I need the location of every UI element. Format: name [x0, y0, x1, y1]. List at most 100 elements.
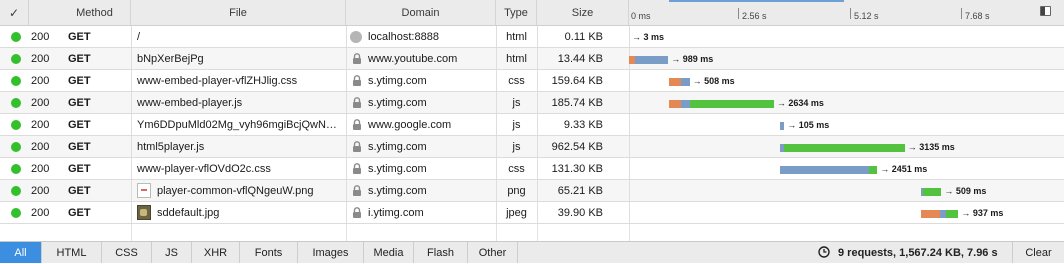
- content-type: js: [512, 119, 521, 131]
- status-code: 200: [31, 119, 50, 131]
- timeline-progress-line: [669, 0, 844, 2]
- column-header-bar: ✓ Method File Domain Type Size 0 ms 2.56…: [0, 0, 1064, 26]
- timing-bar-receive: [945, 210, 959, 218]
- timing-label: → 105 ms: [787, 120, 830, 130]
- filter-fonts[interactable]: Fonts: [240, 242, 298, 263]
- column-divider: [346, 158, 347, 179]
- domain: localhost:8888: [368, 31, 439, 43]
- clear-button[interactable]: Clear: [1012, 242, 1064, 263]
- request-row[interactable]: 200 GET www-embed-player.js s.ytimg.com js 18…: [0, 92, 1064, 114]
- status-column-header[interactable]: [29, 0, 59, 25]
- transfer-size: 9.33 KB: [563, 119, 603, 131]
- domain-column-header[interactable]: Domain: [346, 0, 496, 25]
- request-summary: 9 requests, 1,567.24 KB, 7.96 s: [838, 247, 998, 259]
- filter-images[interactable]: Images: [298, 242, 364, 263]
- filter-other[interactable]: Other: [468, 242, 518, 263]
- timing-bar-connect: [669, 100, 682, 108]
- timing-label: → 2634 ms: [776, 98, 824, 108]
- request-method: GET: [68, 97, 91, 109]
- lock-icon: [353, 119, 361, 130]
- request-row[interactable]: 200 GET / localhost:8888 html 0.11 KB → 3 ms: [0, 26, 1064, 48]
- status-code: 200: [31, 207, 50, 219]
- status-indicator-icon: [11, 98, 21, 108]
- transfer-size: 131.30 KB: [551, 163, 603, 175]
- filter-flash[interactable]: Flash: [414, 242, 468, 263]
- request-method: GET: [68, 31, 91, 43]
- request-row[interactable]: 200 GET player-common-vflQNgeuW.png s.ytimg…: [0, 180, 1064, 202]
- status-indicator-icon: [11, 142, 21, 152]
- lock-icon: [353, 97, 361, 108]
- status-code: 200: [31, 97, 50, 109]
- request-method: GET: [68, 141, 91, 153]
- column-divider: [629, 180, 630, 201]
- timing-label: → 3135 ms: [907, 142, 955, 152]
- column-divider: [629, 224, 630, 241]
- file-name: /: [137, 31, 141, 43]
- column-divider: [131, 114, 132, 135]
- transfer-size: 962.54 KB: [551, 141, 603, 153]
- filter-xhr[interactable]: XHR: [192, 242, 240, 263]
- status-code: 200: [31, 75, 50, 87]
- filter-css[interactable]: CSS: [102, 242, 152, 263]
- domain: i.ytimg.com: [368, 207, 424, 219]
- waterfall-column-header[interactable]: 0 ms 2.56 s 5.12 s 7.68 s: [629, 0, 1035, 25]
- column-divider: [131, 70, 132, 91]
- filter-media[interactable]: Media: [364, 242, 414, 263]
- tick-mark: [961, 8, 962, 19]
- timing-bar-connect: [669, 78, 681, 86]
- timing-label: → 508 ms: [692, 76, 735, 86]
- column-divider: [131, 180, 132, 201]
- content-type: js: [512, 97, 521, 109]
- domain: s.ytimg.com: [368, 141, 427, 153]
- request-row[interactable]: 200 GET Ym6DDpuMld02Mg_vyh96mgiBcjQwN… www.…: [0, 114, 1064, 136]
- column-divider: [346, 180, 347, 201]
- column-divider: [629, 202, 630, 223]
- file-name: html5player.js: [137, 141, 205, 153]
- filter-html[interactable]: HTML: [42, 242, 102, 263]
- request-row[interactable]: 200 GET sddefault.jpg i.ytimg.com jpeg 39.90 …: [0, 202, 1064, 224]
- toggle-sidebar-button[interactable]: [1040, 6, 1051, 16]
- status-indicator-icon: [11, 76, 21, 86]
- column-divider: [629, 92, 630, 113]
- tick-mark: [850, 8, 851, 19]
- tick-label: 0 ms: [631, 11, 651, 21]
- status-indicator-icon: [11, 54, 21, 64]
- size-column-header[interactable]: Size: [537, 0, 629, 25]
- status-indicator-icon: [11, 186, 21, 196]
- timing-bar-wait: [680, 78, 690, 86]
- content-type: png: [507, 185, 526, 197]
- toggle-all-columns-checkbox[interactable]: ✓: [0, 0, 29, 25]
- filter-all[interactable]: All: [0, 242, 42, 263]
- tick-label: 2.56 s: [742, 11, 767, 21]
- request-row[interactable]: 200 GET www-embed-player-vflZHJlig.css s.yt…: [0, 70, 1064, 92]
- method-column-header[interactable]: Method: [59, 0, 131, 25]
- column-divider: [496, 224, 497, 241]
- request-row[interactable]: 200 GET www-player-vflOVdO2c.css s.ytimg.co…: [0, 158, 1064, 180]
- panel-icon: [1041, 7, 1045, 15]
- transfer-size: 0.11 KB: [564, 31, 603, 43]
- column-divider: [629, 26, 630, 47]
- status-indicator-icon: [11, 208, 21, 218]
- domain: s.ytimg.com: [368, 185, 427, 197]
- filter-js[interactable]: JS: [152, 242, 192, 263]
- request-row[interactable]: 200 GET bNpXerBejPg www.youtube.com html 13.4…: [0, 48, 1064, 70]
- domain: www.youtube.com: [368, 53, 458, 65]
- timing-bar-connect: [921, 210, 941, 218]
- column-divider: [346, 136, 347, 157]
- timing-bar-wait: [681, 100, 690, 108]
- type-column-header[interactable]: Type: [496, 0, 537, 25]
- column-divider: [131, 158, 132, 179]
- status-indicator-icon: [11, 32, 21, 42]
- lock-icon: [353, 207, 361, 218]
- request-row[interactable]: 200 GET html5player.js s.ytimg.com js 962.54 …: [0, 136, 1064, 158]
- request-method: GET: [68, 207, 91, 219]
- tick-label: 5.12 s: [854, 11, 879, 21]
- transfer-size: 39.90 KB: [557, 207, 603, 219]
- lock-icon: [353, 185, 361, 196]
- timing-bar-receive: [923, 188, 942, 196]
- file-name: www-player-vflOVdO2c.css: [137, 163, 271, 175]
- domain: s.ytimg.com: [368, 97, 427, 109]
- file-column-header[interactable]: File: [131, 0, 346, 25]
- png-thumbnail-icon: [137, 183, 151, 198]
- jpg-thumbnail-icon: [137, 205, 151, 220]
